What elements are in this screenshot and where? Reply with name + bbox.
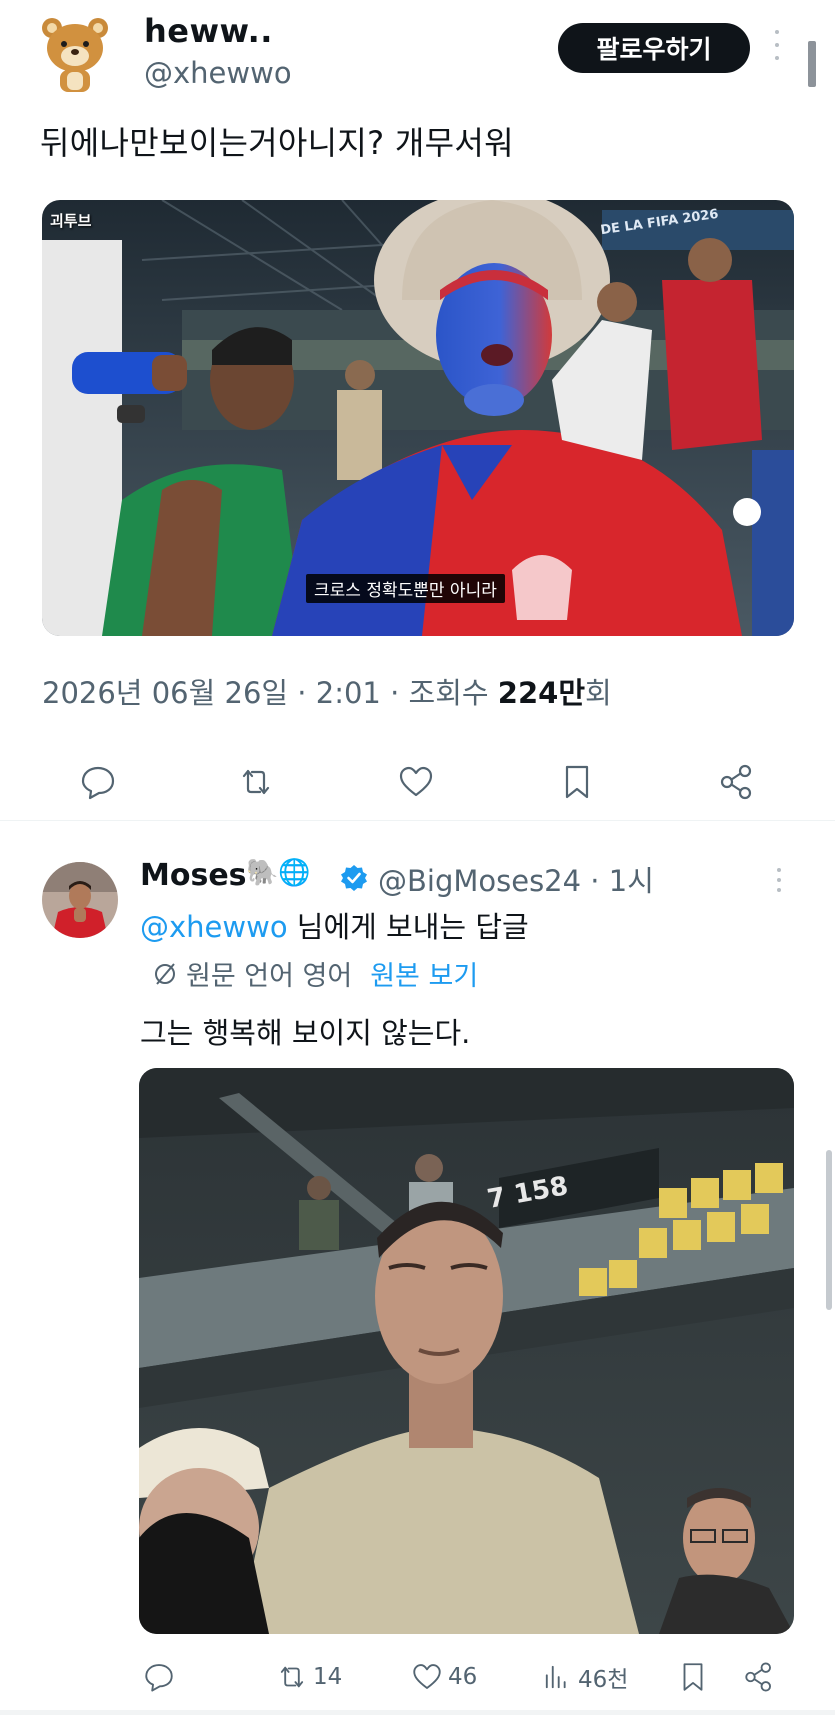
replying-to: @xhewwo 님에게 보내는 답글 [140, 904, 529, 946]
reply-photo[interactable]: 7 158 [139, 1068, 794, 1634]
video-subtitle: 크로스 정확도뿐만 아니라 [306, 574, 505, 603]
video-watermark: 괴투브 [50, 212, 92, 230]
reply-icon [145, 1664, 173, 1692]
reply-share-button[interactable] [742, 1660, 780, 1694]
share-icon [745, 1662, 771, 1692]
author-display-name[interactable]: heww.. [144, 12, 273, 50]
bookmark-icon [683, 1663, 703, 1691]
translate-source-label: 원문 언어 영어 [186, 961, 353, 992]
reply-views-button[interactable]: 46천 [540, 1660, 628, 1694]
reply-bookmark-button[interactable] [676, 1660, 714, 1694]
reply-text: 그는 행복해 보이지 않는다. [140, 1016, 471, 1050]
reply-to-suffix: 님에게 보내는 답글 [287, 910, 529, 944]
view-count-suffix: 회 [585, 676, 612, 710]
follow-button[interactable]: 팔로우하기 [558, 23, 750, 73]
retweet-icon[interactable] [236, 762, 276, 802]
reply-retweet-button[interactable]: 14 [275, 1660, 342, 1694]
translate-off-icon [155, 962, 175, 985]
scrollbar-track[interactable] [826, 1150, 832, 1310]
reply-icon[interactable] [78, 762, 118, 802]
reply-like-button[interactable]: 46 [410, 1660, 477, 1694]
bottom-divider [0, 1710, 835, 1715]
scrollbar-thumb[interactable] [808, 41, 816, 87]
show-original-link[interactable]: 원본 보기 [370, 954, 478, 993]
retweet-icon [280, 1666, 304, 1688]
reply-avatar[interactable] [42, 862, 118, 938]
like-count: 46 [448, 1664, 478, 1690]
divider [0, 820, 835, 821]
retweet-count: 14 [313, 1664, 343, 1690]
reply-display-name[interactable]: Moses [140, 858, 247, 893]
translation-row: 원문 언어 영어 원본 보기 [152, 954, 478, 993]
view-count-reply: 46천 [578, 1667, 629, 1693]
share-icon[interactable] [717, 762, 757, 802]
like-icon [413, 1664, 441, 1689]
verified-badge-icon [340, 864, 368, 892]
reply-handle-time[interactable]: @BigMoses24 · 1시 [378, 858, 654, 900]
reply-mention[interactable]: @xhewwo [140, 910, 288, 944]
more-options-icon[interactable] [772, 30, 782, 60]
tweet-text: 뒤에나만보이는거아니지? 개무서워 [40, 124, 514, 162]
bookmark-icon[interactable] [557, 762, 597, 802]
tweet-meta: 2026년 06월 26일 · 2:01 · 조회수 224만회 [42, 670, 612, 712]
author-avatar[interactable] [40, 14, 110, 94]
reply-name-emojis: 🐘🌐 [246, 858, 311, 888]
author-handle[interactable]: @xhewwo [144, 56, 292, 90]
views-icon [545, 1665, 566, 1689]
view-count: 224만 [497, 676, 585, 710]
reply-more-options-icon[interactable] [774, 868, 784, 892]
tweet-date-views: 2026년 06월 26일 · 2:01 · 조회수 [42, 676, 498, 710]
reply-reply-button[interactable] [142, 1660, 180, 1694]
like-icon[interactable] [396, 762, 436, 802]
tweet-photo[interactable] [42, 200, 794, 636]
